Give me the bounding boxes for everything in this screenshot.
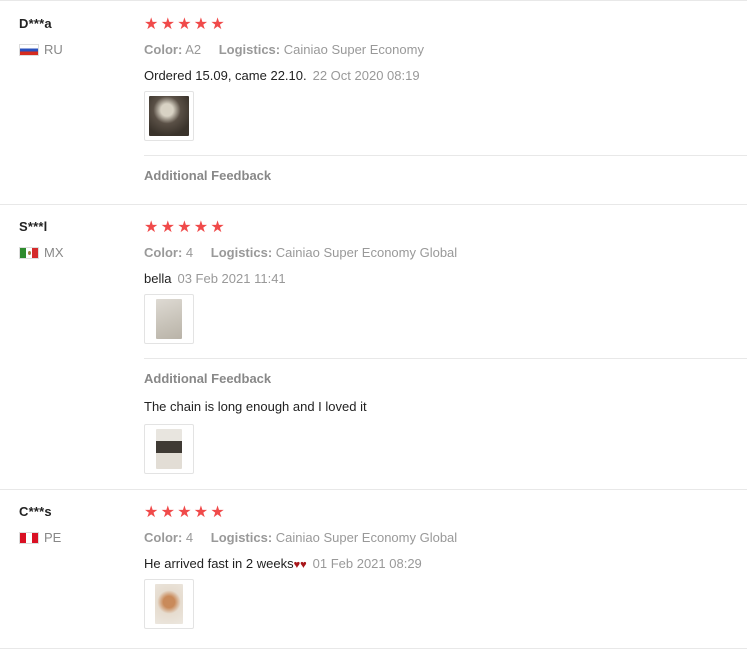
star-icon: ★ [160,504,175,521]
color-value: 4 [185,245,194,260]
review-date: 03 Feb 2021 11:41 [177,271,286,286]
logistics-value: Cainiao Super Economy Global [275,245,458,260]
review-text: He arrived fast in 2 weeks [144,556,294,571]
star-icon: ★ [177,219,192,236]
logistics-label: Logistics: [210,245,273,260]
review-photo-thumbnail[interactable] [144,579,194,629]
reviewer-name: S***l [19,219,48,234]
reviewer-country: MX [19,245,64,260]
country-code: RU [44,42,63,57]
russia-flag-icon [19,43,39,56]
country-code: MX [44,245,64,260]
review-date: 01 Feb 2021 08:29 [312,556,422,571]
section-divider [144,155,747,156]
star-rating: ★ ★ ★ ★ ★ [144,505,747,521]
star-icon: ★ [193,504,209,521]
star-icon: ★ [144,16,159,33]
heart-icon: ♥♥ [293,559,307,571]
star-icon: ★ [177,16,192,33]
star-icon: ★ [144,219,159,236]
star-icon: ★ [160,219,175,236]
review-content: ★ ★ ★ ★ ★ Color: 4 Logistics: Cainiao Su… [144,505,747,572]
review-date: 22 Oct 2020 08:19 [312,68,420,83]
review-divider [0,489,747,490]
photo-image [156,429,182,469]
review-text-line: Ordered 15.09, came 22.10. 22 Oct 2020 08… [144,68,747,83]
star-icon: ★ [210,16,225,33]
star-icon: ★ [160,16,175,33]
reviewer-name: C***s [19,504,52,519]
reviewer-country: PE [19,530,61,545]
star-icon: ★ [210,504,225,521]
review-meta: Color: A2 Logistics: Cainiao Super Econo… [144,42,747,57]
star-icon: ★ [193,16,209,33]
reviewer-info: C***s PE [19,504,61,545]
star-icon: ★ [177,504,192,521]
star-rating: ★ ★ ★ ★ ★ [144,220,747,236]
star-rating: ★ ★ ★ ★ ★ [144,17,747,33]
logistics-label: Logistics: [210,530,273,545]
review-divider [0,648,747,649]
star-icon: ★ [193,219,209,236]
color-label: Color: [144,245,183,260]
additional-feedback-label: Additional Feedback [144,168,272,183]
review-meta: Color: 4 Logistics: Cainiao Super Econom… [144,245,747,260]
reviewer-info: D***a RU [19,16,63,57]
review-text: Ordered 15.09, came 22.10. [144,68,307,83]
additional-feedback-text: The chain is long enough and I loved it [144,399,367,414]
color-label: Color: [144,530,183,545]
review-text-line: He arrived fast in 2 weeks♥♥ 01 Feb 2021 … [144,556,747,571]
reviewer-country: RU [19,42,63,57]
star-icon: ★ [210,219,225,236]
color-value: 4 [185,530,194,545]
country-code: PE [44,530,62,545]
additional-feedback-label: Additional Feedback [144,371,272,386]
photo-image [155,584,183,624]
color-value: A2 [185,42,202,57]
mexico-flag-icon [19,246,39,259]
reviewer-info: S***l MX [19,219,64,260]
star-icon: ★ [144,504,159,521]
photo-image [149,96,189,136]
review-photo-thumbnail[interactable] [144,91,194,141]
section-divider [144,358,747,359]
color-label: Color: [144,42,183,57]
logistics-value: Cainiao Super Economy [283,42,424,57]
photo-image [156,299,182,339]
review-content: ★ ★ ★ ★ ★ Color: 4 Logistics: Cainiao Su… [144,220,747,287]
review-photo-thumbnail[interactable] [144,424,194,474]
top-divider [0,0,747,1]
reviewer-name: D***a [19,16,52,31]
review-text-line: bella 03 Feb 2021 11:41 [144,271,747,286]
review-photo-thumbnail[interactable] [144,294,194,344]
review-text: bella [144,271,172,286]
logistics-label: Logistics: [218,42,281,57]
logistics-value: Cainiao Super Economy Global [275,530,458,545]
review-meta: Color: 4 Logistics: Cainiao Super Econom… [144,530,747,545]
review-divider [0,204,747,205]
review-content: ★ ★ ★ ★ ★ Color: A2 Logistics: Cainiao S… [144,17,747,84]
peru-flag-icon [19,531,39,544]
